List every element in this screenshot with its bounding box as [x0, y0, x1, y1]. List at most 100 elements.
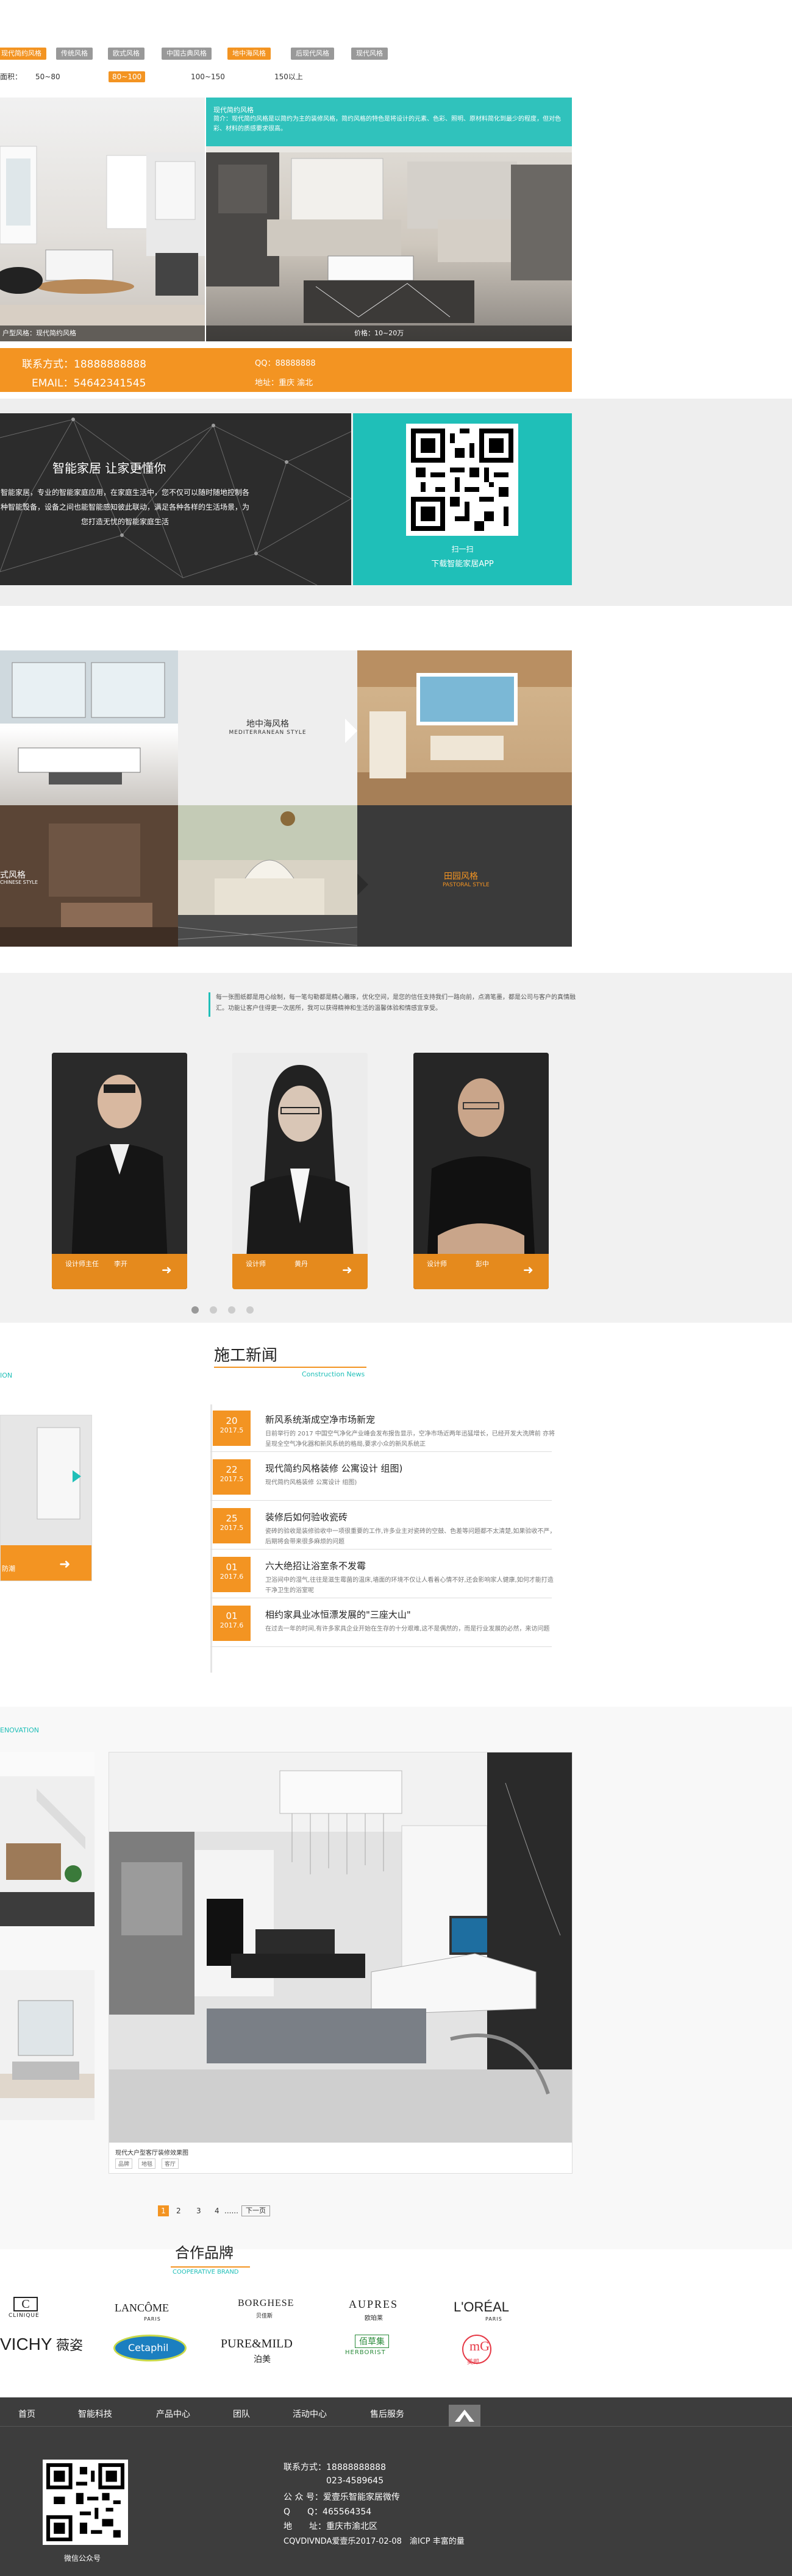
news-summary: 日前举行的 2017 中国空气净化产业峰会发布报告显示，空净市场近两年迅猛增长，… — [265, 1431, 555, 1448]
style-photo-modern[interactable] — [0, 650, 178, 805]
brand-borghese[interactable]: BORGHESE — [238, 2298, 294, 2309]
brand-cetaphil[interactable]: Cetaphil — [128, 2342, 168, 2354]
living-room-illustration — [109, 1752, 572, 2143]
chinese-style-en: CHINESE STYLE — [0, 880, 38, 885]
footer-copyright: CQVDIVNDA爱壹乐2017-02-08 渝ICP 丰富的量 — [284, 2537, 465, 2546]
brand-aupres[interactable]: AUPRES — [349, 2298, 398, 2311]
filter-tag-chinese-classical[interactable]: 中国古典风格 — [162, 48, 212, 60]
news-headline[interactable]: 相约家具业冰恒漂发展的"三座大山" — [265, 1608, 411, 1621]
brand-vichy[interactable]: VICHY — [0, 2335, 52, 2354]
style-photo-pastoral[interactable] — [178, 805, 357, 947]
page-1[interactable]: 1 — [158, 2205, 169, 2216]
carousel-dot[interactable] — [246, 1306, 254, 1314]
renovation-chip[interactable]: 客厅 — [162, 2158, 179, 2169]
page-2[interactable]: 2 — [176, 2205, 181, 2216]
renovation-caption: 现代大户型客厅装修效果图 — [115, 2150, 188, 2157]
footer-nav-events[interactable]: 活动中心 — [293, 2408, 327, 2420]
news-summary: 卫浴间中的湿气,往往是滋生霉菌的温床,墙面的环境不仅让人看着心情不好,还会影响家… — [265, 1577, 554, 1594]
news-headline[interactable]: 装修后如何验收瓷砖 — [265, 1510, 348, 1523]
brand-borghese-sub: 贝佳斯 — [256, 2313, 273, 2319]
style-photo-chinese[interactable]: 式风格 CHINESE STYLE — [0, 805, 178, 947]
news-item[interactable]: 22 2017.5 现代简约风格装修 公寓设计 组图) 现代简约风格装修 公寓设计… — [210, 1453, 552, 1501]
filter-tag-traditional[interactable]: 传统风格 — [56, 48, 93, 60]
filter-tag-postmodern[interactable]: 后现代风格 — [291, 48, 334, 60]
news-headline[interactable]: 现代简约风格装修 公寓设计 组图) — [265, 1462, 402, 1475]
carousel-dot-active[interactable] — [191, 1306, 199, 1314]
carousel-dot[interactable] — [228, 1306, 235, 1314]
brand-lancome[interactable]: LANCÔME — [115, 2302, 169, 2314]
member-card[interactable]: 设计师 彭中 ➜ — [413, 1053, 549, 1289]
pastoral-en: PASTORAL STYLE — [443, 882, 490, 888]
footer-nav-team[interactable]: 团队 — [233, 2408, 250, 2420]
feature-desc-text: 简介：现代简约风格是以简约为主的装修风格，简约风格的特色是将设计的元素、色彩、照… — [213, 116, 561, 132]
news-date-box: 01 2017.6 — [213, 1557, 251, 1592]
renovation-main-photo — [109, 1752, 572, 2143]
news-headline[interactable]: 新风系统渐成空净市场新宠 — [265, 1413, 375, 1426]
footer-nav-home[interactable]: 首页 — [18, 2408, 35, 2420]
news-year-month: 2017.6 — [219, 1621, 244, 1629]
qr-download-panel: 扫一扫 下载智能家居APP — [353, 413, 572, 585]
footer-nav-tech[interactable]: 智能科技 — [78, 2408, 112, 2420]
brand-clinique[interactable]: CLINIQUE — [9, 2313, 40, 2319]
qr-pattern — [411, 429, 513, 531]
news-left-photo[interactable]: 防潮 ➜ — [0, 1415, 92, 1581]
brand-herborist[interactable]: 佰草集 — [355, 2335, 389, 2348]
page-3[interactable]: 3 — [196, 2205, 201, 2216]
news-headline[interactable]: 六大绝招让浴室条不发霉 — [265, 1559, 366, 1572]
renovation-thumb[interactable] — [0, 1752, 95, 1926]
filter-tag-european[interactable]: 欧式风格 — [108, 48, 144, 60]
filter-tag-modern-simple[interactable]: 现代简约风格 — [0, 48, 46, 60]
news-date-box: 01 2017.6 — [213, 1606, 251, 1641]
chinese-style-cn: 式风格 — [0, 870, 26, 880]
back-to-top-button[interactable] — [449, 2405, 480, 2427]
style-photo-mediterranean[interactable] — [357, 650, 572, 805]
style-tile-pastoral[interactable]: 田园风格 PASTORAL STYLE — [357, 805, 572, 947]
feature-photo-left[interactable]: 户型风格：现代简约风格 — [0, 98, 205, 341]
news-item[interactable]: 01 2017.6 相约家具业冰恒漂发展的"三座大山" 在过去一年的时间,有许多家… — [210, 1599, 552, 1647]
arrow-right-icon[interactable]: ➜ — [162, 1262, 172, 1277]
brand-loreal[interactable]: L'ORÉAL — [454, 2299, 509, 2315]
arrow-right-icon[interactable]: ➜ — [523, 1262, 533, 1277]
footer-qq: Q Q：465564354 — [284, 2507, 372, 2517]
filter-tag-modern[interactable]: 现代风格 — [351, 48, 388, 60]
news-item[interactable]: 20 2017.5 新风系统渐成空净市场新宠 日前举行的 2017 中国空气净化产… — [210, 1404, 555, 1452]
brand-aupres-sub: 欧珀莱 — [365, 2315, 383, 2322]
footer-nav-service[interactable]: 售后服务 — [370, 2408, 404, 2420]
news-year-month: 2017.5 — [219, 1524, 244, 1532]
renovation-main-card[interactable]: 现代大户型客厅装修效果图 品牌 地毯 客厅 — [109, 1752, 573, 2174]
price-option-80-100[interactable]: 80~100 — [109, 71, 146, 82]
price-option-100-150[interactable]: 100~150 — [191, 71, 225, 82]
news-item[interactable]: 01 2017.6 六大绝招让浴室条不发霉 卫浴间中的湿气,往往是滋生霉菌的温床,… — [210, 1551, 554, 1598]
chinese-room-illustration — [0, 824, 178, 947]
thumb-room-illustration — [0, 1970, 95, 2120]
news-year-month: 2017.5 — [219, 1475, 244, 1483]
price-option-50-80[interactable]: 50~80 — [35, 71, 60, 82]
style-tile-mediterranean[interactable]: 地中海风格 MEDITERRANEAN STYLE — [178, 650, 357, 805]
renovation-chip[interactable]: 地毯 — [138, 2158, 156, 2169]
price-option-150-plus[interactable]: 150以上 — [274, 71, 303, 82]
brand-puremild[interactable]: PURE&MILD — [221, 2337, 293, 2351]
renovation-chip[interactable]: 品牌 — [115, 2158, 133, 2169]
member-card[interactable]: 设计师 黄丹 ➜ — [232, 1053, 368, 1289]
carousel-dot[interactable] — [210, 1306, 217, 1314]
brand-vichy-cn: 薇姿 — [56, 2338, 84, 2354]
page-4[interactable]: 4 — [215, 2205, 219, 2216]
arrow-right-icon[interactable]: ➜ — [59, 1557, 70, 1572]
wechat-qr-code[interactable] — [43, 2460, 128, 2545]
brand-mg[interactable]: mG — [469, 2338, 490, 2354]
app-qr-code[interactable] — [406, 424, 518, 536]
news-item[interactable]: 25 2017.5 装修后如何验收瓷砖 瓷砖的验收是装修验收中一项很重要的工作,许… — [210, 1502, 555, 1550]
news-left-caption: 防潮 — [2, 1565, 15, 1573]
footer-nav-products[interactable]: 产品中心 — [156, 2408, 190, 2420]
arrow-right-icon[interactable]: ➜ — [342, 1262, 352, 1277]
next-page-button[interactable]: 下一页 — [241, 2205, 270, 2216]
news-date-box: 25 2017.5 — [213, 1508, 251, 1543]
member-card[interactable]: 设计师主任 李开 ➜ — [52, 1053, 187, 1289]
brand-loreal-sub: PARIS — [485, 2316, 502, 2322]
renovation-thumb[interactable] — [0, 1970, 95, 2120]
smart-home-text: 智能家居，专业的智能家庭应用，在家庭生活中，您不仅可以随时随地控制各种智能设备，… — [0, 488, 249, 526]
filter-tag-mediterranean[interactable]: 地中海风格 — [227, 48, 271, 60]
contact-email: EMAIL：54642341545 — [32, 377, 146, 390]
mediterranean-cn: 地中海风格 — [246, 719, 289, 729]
feature-photo-main[interactable]: 现代简约风格 简介：现代简约风格是以简约为主的装修风格，简约风格的特色是将设计的… — [206, 98, 572, 341]
